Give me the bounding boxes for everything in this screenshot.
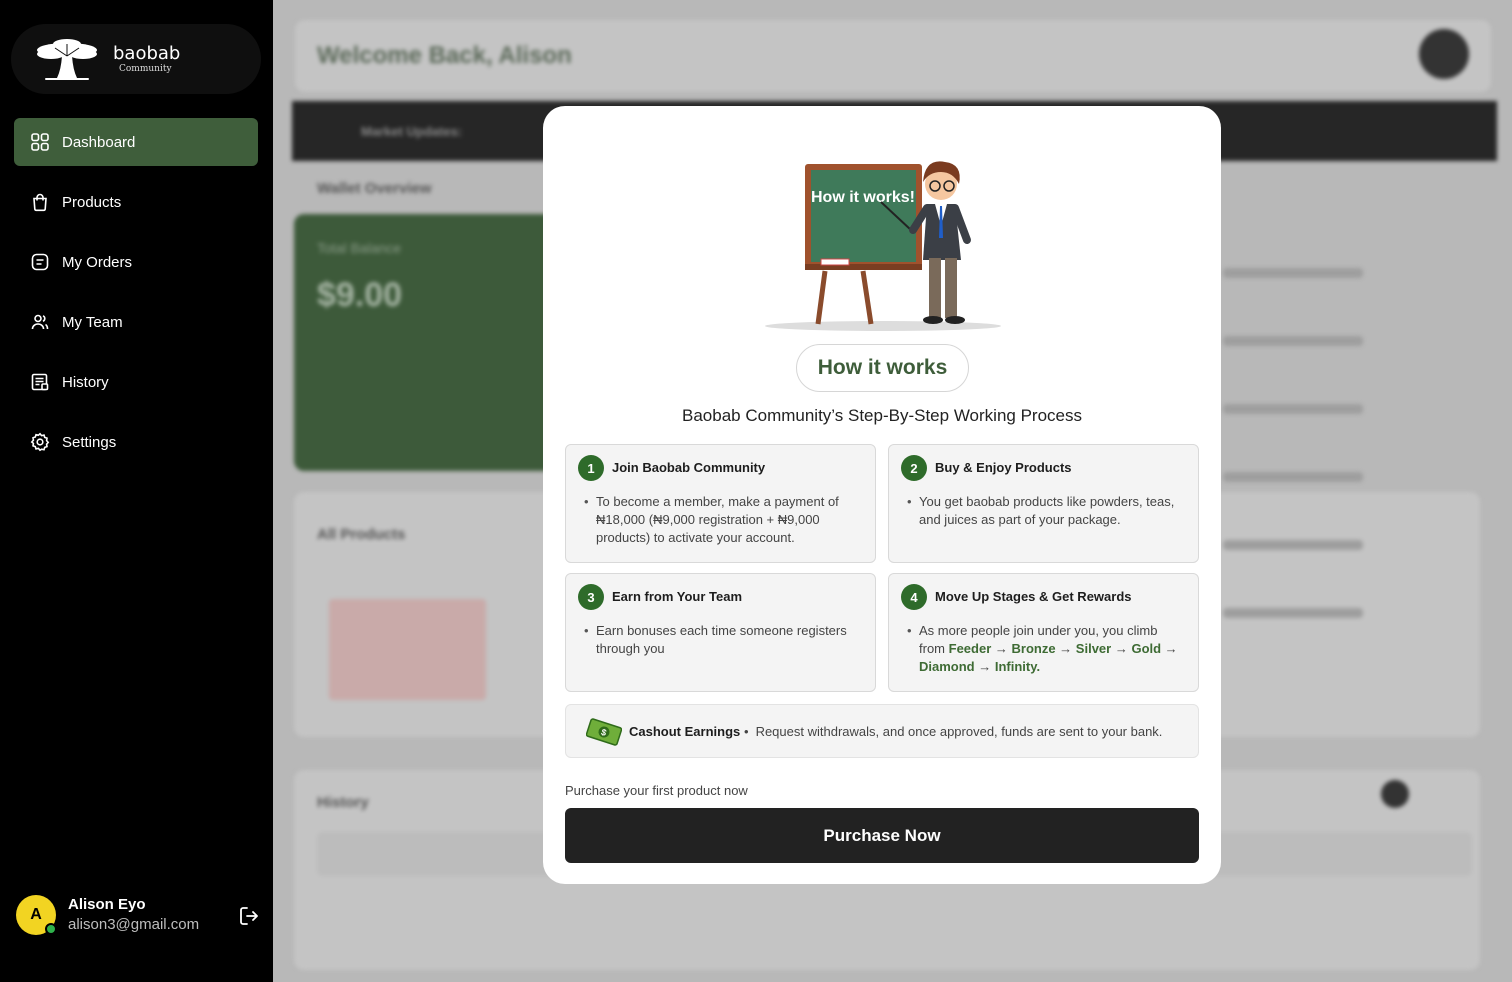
brand-logo[interactable]: baobab Community [11,24,261,94]
sidebar-item-my-orders[interactable]: My Orders [14,238,258,286]
total-balance-amount: $9.00 [317,276,403,314]
baobab-tree-icon [37,39,97,80]
cashout-title: Cashout Earnings [629,724,741,739]
user-profile[interactable]: A Alison Eyo alison3@gmail.com [16,895,261,939]
stage-silver: Silver [1075,641,1112,656]
cashout-text: Request withdrawals, and once approved, … [744,724,1163,739]
stage-infinity: Infinity. [994,659,1041,674]
purchase-hint: Purchase your first product now [565,783,748,798]
step-title: Earn from Your Team [612,589,743,604]
history-title: History [317,794,369,811]
view-all-icon [1381,780,1409,808]
modal-subtitle: Baobab Community’s Step-By-Step Working … [682,406,1082,425]
team-row [1223,268,1363,278]
cash-icon: $ [586,718,622,746]
sidebar-item-products[interactable]: Products [14,178,258,226]
sidebar-item-my-team[interactable]: My Team [14,298,258,346]
wallet-overview-title: Wallet Overview [317,180,432,197]
step-card-2: 2 Buy & Enjoy Products You get baobab pr… [888,444,1199,563]
user-email: alison3@gmail.com [68,916,200,933]
market-updates-label: Market Updates: [361,124,463,139]
team-row [1223,608,1363,618]
step-number: 3 [578,584,604,610]
total-balance-label: Total Balance [317,240,402,256]
step-title: Buy & Enjoy Products [935,460,1072,475]
sidebar-item-label: Products [62,193,122,211]
step-card-4: 4 Move Up Stages & Get Rewards As more p… [888,573,1199,692]
shopping-bag-icon [33,193,47,212]
online-status-indicator [45,923,57,935]
team-row [1223,336,1363,346]
how-it-works-modal: How it works! How it works Baobab Commun… [543,106,1221,884]
grid-icon [31,133,49,151]
stage-gold: Gold [1131,641,1162,656]
logout-icon[interactable] [238,905,260,927]
cashout-info: $ Cashout Earnings Request withdrawals, … [565,704,1199,758]
brand-subtitle: Community [119,64,172,74]
product-image [329,599,486,700]
sidebar-item-label: History [62,373,109,391]
how-it-works-pill: How it works [796,344,969,392]
gear-icon [30,432,50,452]
sidebar-item-label: My Orders [62,253,133,271]
team-row [1223,472,1363,482]
step-number: 1 [578,455,604,481]
step-card-3: 3 Earn from Your Team Earn bonuses each … [565,573,876,692]
user-name: Alison Eyo [68,896,146,913]
team-row [1223,404,1363,414]
step-title: Move Up Stages & Get Rewards [935,589,1132,604]
sidebar-item-label: Settings [62,433,117,451]
stage-diamond: Diamond [919,659,975,674]
step-card-1: 1 Join Baobab Community To become a memb… [565,444,876,563]
welcome-title: Welcome Back, Alison [317,42,572,69]
purchase-now-button[interactable]: Purchase Now [565,808,1199,863]
step-number: 4 [901,584,927,610]
step-text: As more people join under you, you climb… [907,622,1187,676]
sidebar-item-label: My Team [62,313,123,331]
header-avatar [1419,29,1469,79]
step-text: To become a member, make a payment of ₦1… [584,493,864,547]
illustration-text: How it works! [811,189,915,206]
step-number: 2 [901,455,927,481]
sidebar: baobab Community Dashboard Products My O… [0,0,273,982]
teacher-illustration: How it works! [765,161,1001,331]
stage-feeder: Feeder [948,641,992,656]
all-products-title: All Products [317,526,406,543]
brand-name: baobab [113,43,181,64]
step-text: Earn bonuses each time someone registers… [584,622,864,658]
sidebar-item-dashboard[interactable]: Dashboard [14,118,258,166]
stage-bronze: Bronze [1011,641,1056,656]
team-icon [31,314,49,330]
step-title: Join Baobab Community [612,460,766,475]
history-icon [31,373,49,391]
sidebar-item-history[interactable]: History [14,358,258,406]
sidebar-item-label: Dashboard [62,133,136,151]
step-text: You get baobab products like powders, te… [907,493,1187,529]
sidebar-item-settings[interactable]: Settings [14,418,258,466]
team-row [1223,540,1363,550]
orders-icon [31,253,49,271]
